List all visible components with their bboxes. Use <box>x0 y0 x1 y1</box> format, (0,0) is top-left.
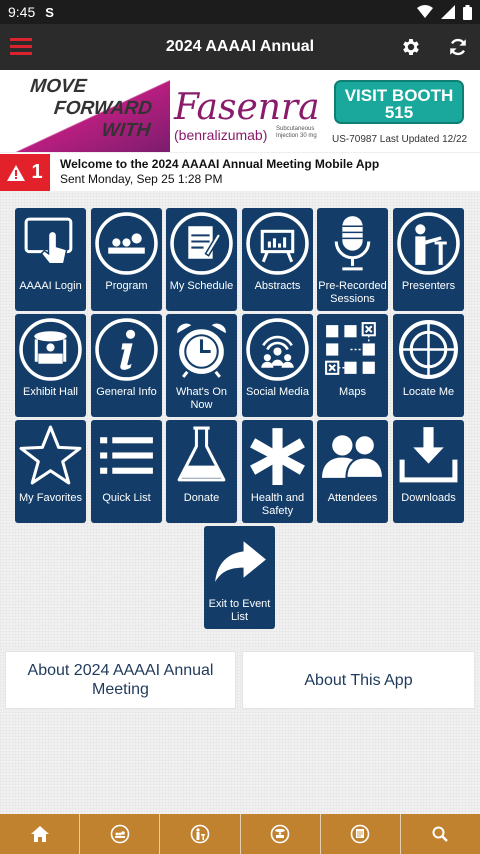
calendar-icon <box>350 824 370 844</box>
tile-my-favorites[interactable]: My Favorites <box>15 420 86 523</box>
nav-schedule[interactable] <box>321 814 401 854</box>
warning-icon <box>7 164 26 181</box>
tile-attendees[interactable]: Attendees <box>317 420 388 523</box>
nav-program[interactable] <box>80 814 161 854</box>
banner-brand: Fasenra <box>174 87 320 128</box>
presenter-icon <box>397 212 460 275</box>
tile-whats-on-now[interactable]: What's On Now <box>166 314 237 417</box>
map-grid-icon <box>325 322 376 375</box>
about-meeting-button[interactable]: About 2024 AAAAI Annual Meeting <box>5 651 236 709</box>
nav-exhibit-hall[interactable] <box>241 814 321 854</box>
tile-social-media[interactable]: Social Media <box>242 314 313 417</box>
tile-program[interactable]: Program <box>91 208 162 311</box>
booth-icon <box>19 318 82 381</box>
people-icon <box>322 434 384 479</box>
tile-presenters[interactable]: Presenters <box>393 208 464 311</box>
nav-presenters[interactable] <box>160 814 241 854</box>
tile-aaaai-login[interactable]: AAAAI Login <box>15 208 86 311</box>
wifi-icon <box>417 5 433 18</box>
crosshair-icon <box>399 320 458 379</box>
banner-fine-print: US-70987 Last Updated 12/22 <box>332 134 468 145</box>
sponsor-banner[interactable]: MOVE FORWARD WITH Fasenra (benralizumab)… <box>0 70 480 152</box>
calendar-note-icon <box>170 212 233 275</box>
tile-exhibit-hall[interactable]: Exhibit Hall <box>15 314 86 417</box>
banner-tagline: MOVE FORWARD WITH <box>29 76 153 141</box>
audience-icon <box>95 212 158 275</box>
signal-icon <box>441 5 455 19</box>
status-time: 9:45 <box>8 4 36 20</box>
banner-generic-name: (benralizumab) <box>174 127 268 143</box>
nav-search[interactable] <box>401 814 480 854</box>
search-icon <box>432 826 449 842</box>
share-arrow-icon <box>215 541 266 582</box>
download-icon <box>399 427 458 483</box>
list-icon <box>100 437 153 474</box>
tile-locate-me[interactable]: Locate Me <box>393 314 464 417</box>
tile-my-schedule[interactable]: My Schedule <box>166 208 237 311</box>
tile-donate[interactable]: Donate <box>166 420 237 523</box>
presentation-board-icon <box>246 212 309 275</box>
tile-exit-to-event-list[interactable]: Exit to Event List <box>204 526 275 629</box>
flask-icon <box>177 426 226 482</box>
tile-general-info[interactable]: General Info <box>91 314 162 417</box>
alert-badge: 1 <box>0 154 50 191</box>
about-app-button[interactable]: About This App <box>242 651 475 709</box>
info-icon <box>95 318 158 381</box>
battery-icon <box>463 4 472 20</box>
home-icon <box>30 826 49 842</box>
booth-icon <box>270 824 290 844</box>
refresh-icon[interactable] <box>447 36 469 58</box>
alert-title: Welcome to the 2024 AAAAI Annual Meeting… <box>60 157 380 171</box>
tile-maps[interactable]: Maps <box>317 314 388 417</box>
tile-health-and-safety[interactable]: Health and Safety <box>242 420 313 523</box>
social-people-icon <box>246 318 309 381</box>
status-bar: 9:45 S <box>0 0 480 24</box>
presenter-icon <box>190 824 210 844</box>
star-icon <box>19 425 82 485</box>
bottom-nav <box>0 814 480 854</box>
menu-icon[interactable] <box>10 38 32 56</box>
touch-screen-icon <box>24 217 73 265</box>
gear-icon[interactable] <box>400 36 422 58</box>
tile-pre-recorded-sessions[interactable]: Pre-Recorded Sessions <box>317 208 388 311</box>
tile-abstracts[interactable]: Abstracts <box>242 208 313 311</box>
visit-booth-button[interactable]: VISIT BOOTH 515 <box>334 80 464 124</box>
alert-count: 1 <box>31 161 43 183</box>
top-app-bar: 2024 AAAAI Annual <box>0 24 480 70</box>
medical-cross-icon <box>250 428 305 485</box>
banner-dose-note: Subcutaneous Injection 30 mg <box>276 126 317 139</box>
microphone-icon <box>334 216 371 271</box>
app-notification-icon: S <box>45 4 54 20</box>
audience-icon <box>110 824 130 844</box>
alarm-clock-icon <box>177 323 226 378</box>
alert-timestamp: Sent Monday, Sep 25 1:28 PM <box>60 172 223 186</box>
nav-home[interactable] <box>0 814 81 854</box>
tile-quick-list[interactable]: Quick List <box>91 420 162 523</box>
alert-notification[interactable]: 1 Welcome to the 2024 AAAAI Annual Meeti… <box>0 153 480 191</box>
tile-downloads[interactable]: Downloads <box>393 420 464 523</box>
